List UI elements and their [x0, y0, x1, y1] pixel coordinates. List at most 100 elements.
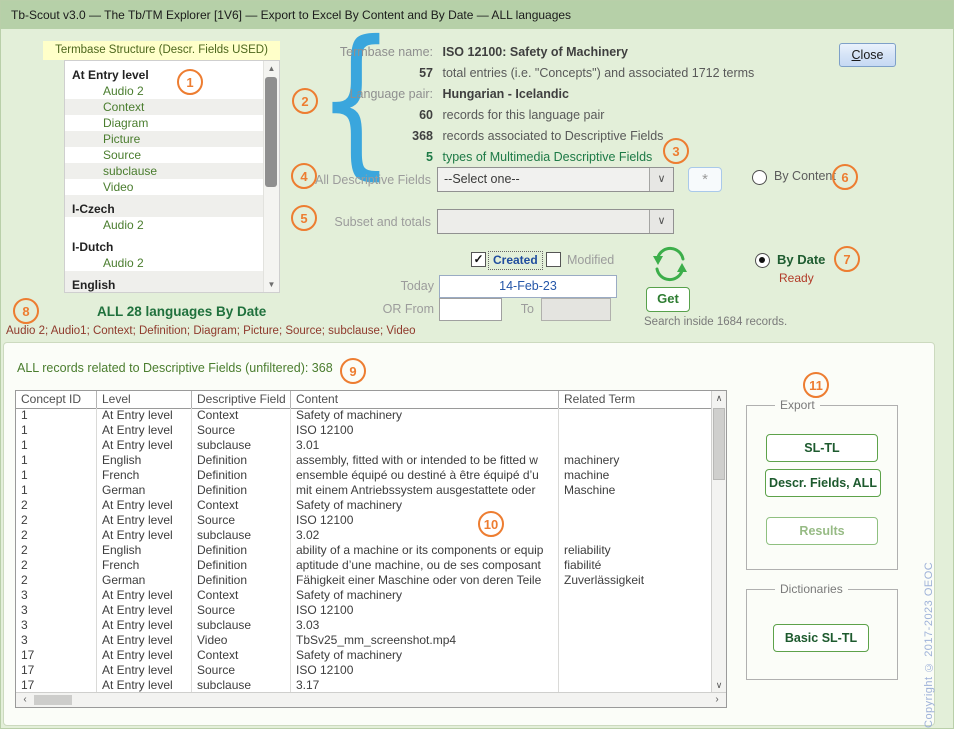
all-languages-heading: ALL 28 languages By Date — [97, 304, 266, 319]
dictionaries-group-legend: Dictionaries — [775, 582, 848, 597]
table-vertical-scrollbar[interactable]: ∧ ∨ — [711, 391, 726, 692]
list-item[interactable]: I-Czech — [65, 195, 264, 217]
list-item[interactable]: Audio 2 — [65, 255, 264, 271]
column-header-concept-id[interactable]: Concept ID — [16, 391, 97, 408]
cell-descriptive-field: Definition — [192, 453, 291, 468]
descriptive-fields-selected-value: --Select one-- — [444, 168, 520, 191]
table-header-row: Concept IDLevelDescriptive FieldContentR… — [16, 391, 711, 409]
cell-level: French — [97, 468, 192, 483]
scroll-up-icon[interactable]: ▲ — [264, 62, 279, 75]
cell-related-term — [559, 528, 711, 543]
get-button[interactable]: Get — [646, 287, 690, 312]
table-row[interactable]: 17At Entry levelsubclause3.17 — [16, 678, 711, 692]
cell-content: assembly, fitted with or intended to be … — [291, 453, 559, 468]
from-date-field[interactable] — [439, 298, 502, 321]
scrollbar-thumb[interactable] — [34, 695, 72, 705]
cell-concept-id: 2 — [16, 498, 97, 513]
close-button[interactable]: Close — [839, 43, 896, 67]
cell-descriptive-field: Definition — [192, 558, 291, 573]
cell-descriptive-field: subclause — [192, 618, 291, 633]
list-item[interactable]: subclause — [65, 163, 264, 179]
scroll-right-icon[interactable]: › — [710, 693, 724, 707]
scrollbar-thumb[interactable] — [713, 408, 725, 480]
info-value: records for this language pair — [442, 108, 604, 122]
table-row[interactable]: 1GermanDefinitionmit einem Antriebssyste… — [16, 483, 711, 498]
table-row[interactable]: 2At Entry levelContextSafety of machiner… — [16, 498, 711, 513]
table-row[interactable]: 1At Entry levelSourceISO 12100 — [16, 423, 711, 438]
info-value: Hungarian - Icelandic — [442, 87, 568, 101]
table-row[interactable]: 1At Entry levelsubclause3.01 — [16, 438, 711, 453]
column-header-descriptive-field[interactable]: Descriptive Field — [192, 391, 291, 408]
cell-level: At Entry level — [97, 678, 192, 692]
cell-descriptive-field: Context — [192, 408, 291, 423]
list-item[interactable]: I-Dutch — [65, 233, 264, 255]
basic-sl-tl-button[interactable]: Basic SL-TL — [773, 624, 869, 652]
cell-descriptive-field: subclause — [192, 438, 291, 453]
table-row[interactable]: 3At Entry levelContextSafety of machiner… — [16, 588, 711, 603]
table-row[interactable]: 3At Entry levelVideoTbSv25_mm_screenshot… — [16, 633, 711, 648]
cell-concept-id: 2 — [16, 513, 97, 528]
list-item[interactable]: Audio 2 — [65, 217, 264, 233]
modified-checkbox[interactable] — [546, 252, 561, 267]
table-row[interactable]: 2At Entry levelsubclause3.02 — [16, 528, 711, 543]
list-item[interactable]: At Entry level — [65, 61, 264, 83]
cell-content: ISO 12100 — [291, 603, 559, 618]
scroll-down-icon[interactable]: ▼ — [264, 278, 279, 291]
by-date-radio[interactable] — [755, 253, 770, 268]
cell-level: French — [97, 558, 192, 573]
list-item[interactable]: English — [65, 271, 264, 293]
table-row[interactable]: 2At Entry levelSourceISO 12100 — [16, 513, 711, 528]
info-label: Language pair: — [311, 84, 433, 105]
column-header-level[interactable]: Level — [97, 391, 192, 408]
table-row[interactable]: 3At Entry levelsubclause3.03 — [16, 618, 711, 633]
asterisk-button[interactable]: * — [688, 167, 722, 192]
table-row[interactable]: 17At Entry levelSourceISO 12100 — [16, 663, 711, 678]
refresh-icon[interactable] — [651, 244, 691, 284]
list-item[interactable]: Audio 2 — [65, 83, 264, 99]
table-row[interactable]: 1At Entry levelContextSafety of machiner… — [16, 408, 711, 423]
scroll-up-icon[interactable]: ∧ — [712, 391, 726, 405]
table-row[interactable]: 3At Entry levelSourceISO 12100 — [16, 603, 711, 618]
column-header-content[interactable]: Content — [291, 391, 559, 408]
to-date-field[interactable] — [541, 298, 611, 321]
descriptive-fields-select[interactable]: --Select one-- ∨ — [437, 167, 674, 192]
created-label[interactable]: Created — [488, 251, 543, 270]
info-value: types of Multimedia Descriptive Fields — [442, 150, 652, 164]
scrollbar-thumb[interactable] — [265, 77, 277, 187]
records-count-line: ALL records related to Descriptive Field… — [17, 361, 333, 375]
export-sl-tl-button[interactable]: SL-TL — [766, 434, 878, 462]
info-label: 57 — [311, 63, 433, 84]
cell-content: Fähigkeit einer Maschine oder von deren … — [291, 573, 559, 588]
cell-related-term — [559, 648, 711, 663]
table-horizontal-scrollbar[interactable]: ‹ › — [16, 692, 726, 707]
column-header-related-term[interactable]: Related Term — [559, 391, 711, 408]
today-date-field[interactable]: 14-Feb-23 — [439, 275, 617, 298]
cell-concept-id: 17 — [16, 648, 97, 663]
table-row[interactable]: 2EnglishDefinitionability of a machine o… — [16, 543, 711, 558]
table-row[interactable]: 2GermanDefinitionFähigkeit einer Maschin… — [16, 573, 711, 588]
table-row[interactable]: 2FrenchDefinitionaptitude d’une machine,… — [16, 558, 711, 573]
info-label: 368 — [311, 126, 433, 147]
info-row: 60 records for this language pair — [311, 105, 911, 126]
table-row[interactable]: 1FrenchDefinitionensemble équipé ou dest… — [16, 468, 711, 483]
info-value: records associated to Descriptive Fields — [442, 129, 663, 143]
created-checkbox[interactable]: ✓ — [471, 252, 486, 267]
list-item[interactable]: Diagram — [65, 115, 264, 131]
by-content-radio[interactable] — [752, 170, 767, 185]
scroll-left-icon[interactable]: ‹ — [18, 693, 32, 707]
list-item[interactable]: Context — [65, 99, 264, 115]
list-scrollbar[interactable]: ▲ ▼ — [263, 61, 279, 292]
table-row[interactable]: 1EnglishDefinitionassembly, fitted with … — [16, 453, 711, 468]
chevron-down-icon[interactable]: ∨ — [649, 210, 673, 233]
scroll-down-icon[interactable]: ∨ — [712, 678, 726, 692]
export-descr-fields-all-button[interactable]: Descr. Fields, ALL — [765, 469, 881, 497]
list-item[interactable]: Picture — [65, 131, 264, 147]
chevron-down-icon[interactable]: ∨ — [649, 168, 673, 191]
list-item[interactable]: Video — [65, 179, 264, 195]
cell-descriptive-field: Context — [192, 498, 291, 513]
list-item[interactable]: Source — [65, 147, 264, 163]
annotation-circle-2: 2 — [292, 88, 318, 114]
table-row[interactable]: 17At Entry levelContextSafety of machine… — [16, 648, 711, 663]
export-results-button[interactable]: Results — [766, 517, 878, 545]
subset-select[interactable]: ∨ — [437, 209, 674, 234]
